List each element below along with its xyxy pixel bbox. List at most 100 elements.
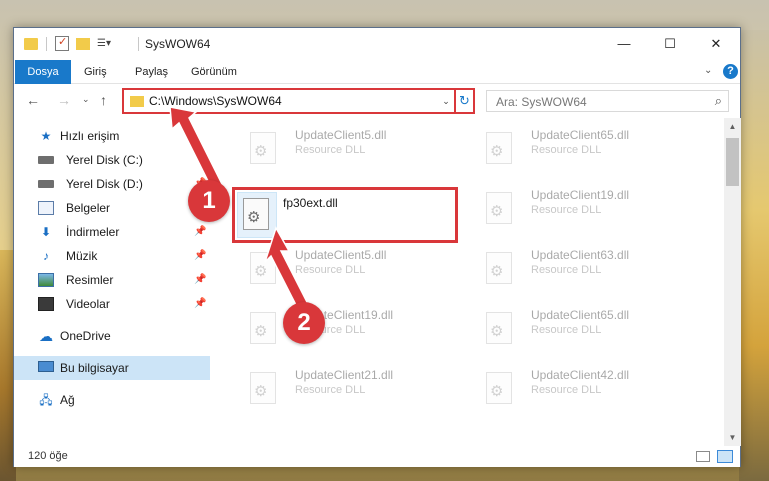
address-dropdown-icon[interactable]: ⌄ — [438, 90, 454, 112]
file-name: UpdateClient65.dll — [531, 128, 630, 142]
toolbar-separator — [138, 37, 139, 51]
file-type: Resource DLL — [295, 384, 366, 396]
navigation-bar: ← → ⌄ ↑ C:\Windows\SysWOW64 ⌄ ↻ Ara: Sys… — [14, 84, 740, 118]
toolbar-separator — [46, 37, 47, 51]
navigation-pane: ★ Hızlı erişim Yerel Disk (C:) Yerel Dis… — [14, 118, 210, 446]
item-count: 120 öğe — [28, 450, 68, 462]
pin-icon[interactable]: 📌 — [194, 268, 206, 292]
search-input[interactable]: Ara: SysWOW64 ⌕ — [486, 90, 729, 112]
file-name: UpdateClient65.dll — [531, 308, 630, 322]
sidebar-item-label: Hızlı erişim — [60, 129, 120, 143]
customize-toolbar-icon[interactable]: ☰▾ — [97, 38, 113, 50]
highlighted-file-item[interactable]: fp30ext.dll — [232, 187, 458, 243]
tab-giris[interactable]: Giriş — [84, 60, 107, 84]
dll-file-icon — [250, 252, 276, 284]
file-item[interactable]: UpdateClient19.dll Resource DLL — [474, 186, 694, 232]
file-type: Resource DLL — [531, 264, 602, 276]
sidebar-item-label: Yerel Disk (D:) — [66, 177, 143, 191]
step-1-badge: 1 — [188, 180, 230, 222]
dll-file-icon — [250, 372, 276, 404]
details-view-icon[interactable] — [696, 451, 710, 462]
tab-dosya[interactable]: Dosya — [15, 60, 71, 84]
file-item[interactable]: UpdateClient65.dll Resource DLL — [474, 306, 694, 352]
file-item[interactable]: UpdateClient5.dll Resource DLL — [238, 126, 458, 172]
large-icons-view-icon[interactable] — [717, 450, 733, 463]
sidebar-item-videos[interactable]: Videolar 📌 — [14, 292, 210, 316]
minimize-button[interactable]: — — [601, 28, 647, 60]
close-button[interactable]: ✕ — [693, 28, 739, 60]
address-path[interactable]: C:\Windows\SysWOW64 — [149, 94, 282, 108]
file-type: Resource DLL — [295, 264, 366, 276]
file-list: UpdateClient5.dll Resource DLL UpdateCli… — [210, 118, 724, 446]
file-item[interactable]: UpdateClient63.dll Resource DLL — [474, 246, 694, 292]
refresh-button[interactable]: ↻ — [454, 88, 475, 114]
network-icon: 🖧 — [39, 393, 53, 407]
sidebar-item-label: Bu bilgisayar — [60, 361, 129, 375]
properties-icon[interactable] — [55, 35, 69, 51]
scroll-up-icon[interactable]: ▲ — [724, 118, 741, 135]
sidebar-item-pictures[interactable]: Resimler 📌 — [14, 268, 210, 292]
sidebar-item-network[interactable]: 🖧 Ağ — [14, 388, 210, 412]
computer-icon — [38, 361, 54, 372]
ribbon-tabs: Dosya Giriş Paylaş Görünüm ⌄ ? — [14, 60, 740, 84]
music-icon: ♪ — [43, 249, 49, 263]
sidebar-item-quick-access[interactable]: ★ Hızlı erişim — [14, 124, 210, 148]
sidebar-item-downloads[interactable]: ⬇ İndirmeler 📌 — [14, 220, 210, 244]
file-name: UpdateClient42.dll — [531, 368, 630, 382]
downloads-icon: ⬇ — [40, 225, 52, 239]
dll-file-icon — [486, 252, 512, 284]
dll-file-icon — [486, 312, 512, 344]
sidebar-item-music[interactable]: ♪ Müzik 📌 — [14, 244, 210, 268]
expand-ribbon-icon[interactable]: ⌄ — [704, 65, 712, 76]
forward-button[interactable]: → — [57, 92, 71, 108]
documents-icon — [38, 201, 54, 215]
pin-icon[interactable]: 📌 — [194, 244, 206, 268]
file-item[interactable]: UpdateClient5.dll Resource DLL — [238, 246, 458, 292]
folder-icon — [130, 96, 144, 107]
sidebar-item-disk-d[interactable]: Yerel Disk (D:) 📌 — [14, 172, 210, 196]
folder-icon — [24, 38, 38, 50]
file-name: UpdateClient5.dll — [295, 248, 387, 262]
file-name: UpdateClient5.dll — [295, 128, 387, 142]
tab-gorunum[interactable]: Görünüm — [191, 60, 237, 84]
file-item[interactable]: UpdateClient42.dll Resource DLL — [474, 366, 694, 412]
tab-paylas[interactable]: Paylaş — [135, 60, 168, 84]
file-item[interactable]: UpdateClient21.dll Resource DLL — [238, 366, 458, 412]
sidebar-item-onedrive[interactable]: ☁ OneDrive — [14, 324, 210, 348]
sidebar-item-label: Yerel Disk (C:) — [66, 153, 143, 167]
pin-icon[interactable]: 📌 — [194, 220, 206, 244]
file-item[interactable]: UpdateClient65.dll Resource DLL — [474, 126, 694, 172]
sidebar-item-label: Belgeler — [66, 201, 111, 215]
maximize-button[interactable]: ☐ — [647, 28, 693, 60]
help-icon[interactable]: ? — [723, 64, 738, 79]
file-type: Resource DLL — [531, 204, 602, 216]
title-bar: ☰▾ SysWOW64 — ☐ ✕ — [14, 28, 740, 60]
sidebar-item-disk-c[interactable]: Yerel Disk (C:) — [14, 148, 210, 172]
step-2-badge: 2 — [283, 302, 325, 344]
file-item[interactable]: UpdateClient19.dll Resource DLL — [238, 306, 458, 352]
search-icon[interactable]: ⌕ — [715, 93, 722, 109]
dll-file-icon — [486, 192, 512, 224]
onedrive-icon: ☁ — [39, 328, 53, 344]
up-button[interactable]: ↑ — [100, 92, 107, 108]
address-bar[interactable]: C:\Windows\SysWOW64 ⌄ — [122, 88, 456, 114]
status-bar: 120 öğe — [14, 446, 740, 467]
sidebar-item-documents[interactable]: Belgeler 📌 — [14, 196, 210, 220]
sidebar-item-this-pc[interactable]: Bu bilgisayar — [14, 356, 210, 380]
pin-icon[interactable]: 📌 — [194, 292, 206, 316]
dll-file-icon — [243, 198, 269, 230]
back-button[interactable]: ← — [26, 92, 40, 108]
sidebar-item-label: Ağ — [60, 393, 75, 407]
sidebar-item-label: Müzik — [66, 249, 98, 263]
new-folder-icon[interactable] — [76, 38, 90, 50]
file-type: Resource DLL — [295, 144, 366, 156]
disk-icon — [38, 156, 54, 164]
dll-file-icon — [250, 132, 276, 164]
pictures-icon — [38, 273, 54, 287]
videos-icon — [38, 297, 54, 311]
scrollbar-thumb[interactable] — [726, 138, 739, 186]
recent-locations-icon[interactable]: ⌄ — [82, 94, 90, 105]
star-icon: ★ — [40, 129, 52, 143]
vertical-scrollbar[interactable]: ▲ ▼ — [724, 118, 741, 446]
scroll-down-icon[interactable]: ▼ — [724, 429, 741, 446]
